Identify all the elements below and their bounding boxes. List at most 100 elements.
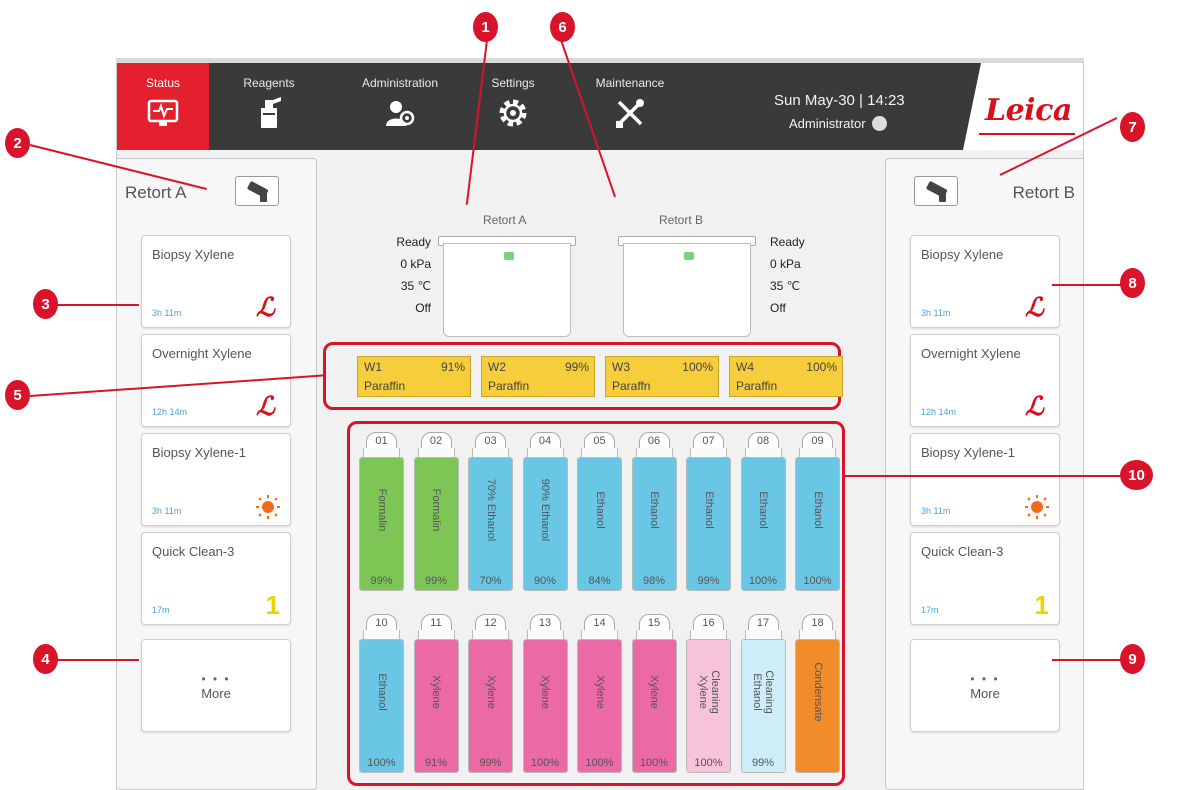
callout-6: 6 xyxy=(550,12,575,42)
retort-a-pressure: 0 kPa xyxy=(400,257,431,271)
retort-a-tank[interactable] xyxy=(443,243,571,337)
reagent-bottle-08[interactable]: 08 Ethanol 100% xyxy=(740,432,786,592)
protocol-card-a-1[interactable]: Biopsy Xylene 3h 11m ℒ xyxy=(141,235,291,328)
sun-icon xyxy=(1025,495,1049,519)
bottle-body: Xylene 91% xyxy=(413,639,459,773)
reagent-bottle-17[interactable]: 17 Cleaning Ethanol 99% xyxy=(740,614,786,774)
bottle-percent: 91% xyxy=(424,757,448,769)
protocol-card-a-3[interactable]: Biopsy Xylene-1 3h 11m xyxy=(141,433,291,526)
users-gear-icon xyxy=(386,101,415,126)
protocol-card-b-3[interactable]: Biopsy Xylene-1 3h 11m xyxy=(910,433,1060,526)
reagent-bottle-10[interactable]: 10 Ethanol 100% xyxy=(359,614,404,774)
bottle-reagent-name: 90% Ethanol xyxy=(539,478,551,542)
callout-7: 7 xyxy=(1120,112,1145,142)
reagent-bottle-18[interactable]: 18 Condensate xyxy=(795,614,840,774)
tab-maintenance[interactable]: Maintenance xyxy=(575,63,685,150)
reagent-bottle-05[interactable]: 05 Ethanol 84% xyxy=(577,432,622,592)
bath-percent: 100% xyxy=(682,360,713,374)
paraffin-bath-w2[interactable]: W2 99% Paraffin xyxy=(481,356,595,397)
tab-reagents[interactable]: Reagents xyxy=(223,63,315,150)
protocol-name: Biopsy Xylene xyxy=(152,247,235,262)
paraffin-bath-w1[interactable]: W1 91% Paraffin xyxy=(357,356,471,397)
retort-a-lock-button[interactable] xyxy=(235,176,279,206)
paraffin-bath-w3[interactable]: W3 100% Paraffn xyxy=(605,356,719,397)
retort-b-panel: Retort B Biopsy Xylene 3h 11m ℒ Overnigh… xyxy=(885,158,1083,790)
bath-percent: 100% xyxy=(806,360,837,374)
tab-administration[interactable]: Administration xyxy=(345,63,455,150)
bottle-reagent-name: Xylene xyxy=(484,675,497,709)
bath-reagent: Paraffn xyxy=(612,379,651,393)
more-protocols-button-b[interactable]: • • • More xyxy=(910,639,1060,732)
retort-b-tank[interactable] xyxy=(623,243,751,337)
reagent-bottle-15[interactable]: 15 Xylene 100% xyxy=(631,614,677,774)
protocol-name: Biopsy Xylene-1 xyxy=(921,445,1015,460)
bottle-reagent-name: Ethanol xyxy=(702,491,715,529)
protocol-card-b-1[interactable]: Biopsy Xylene 3h 11m ℒ xyxy=(910,235,1060,328)
bottle-percent: 90% xyxy=(533,575,557,587)
bottle-body: Xylene 100% xyxy=(522,639,568,773)
bottle-percent: 100% xyxy=(748,575,778,587)
bottle-body: Cleaning Ethanol 99% xyxy=(740,639,786,773)
bottle-reagent-name: Xylene xyxy=(430,675,442,709)
retort-a-panel: Retort A Biopsy Xylene 3h 11m ℒ Overnigh… xyxy=(117,158,317,790)
gear-icon xyxy=(499,99,527,127)
reagent-bottles-group: 01 Formalin 99% 02 Formalin 99% 03 70% Ethanol 7… xyxy=(347,421,845,786)
retort-a-panel-title: Retort A xyxy=(125,183,187,202)
status-monitor-icon xyxy=(147,99,179,126)
bottle-body: Xylene 100% xyxy=(631,639,677,773)
paraffin-bath-w4[interactable]: W4 100% Paraffin xyxy=(729,356,843,397)
current-user[interactable]: Administrator xyxy=(789,116,887,131)
reagent-bottle-12[interactable]: 12 Xylene 99% xyxy=(468,614,513,774)
protocol-name: Overnight Xylene xyxy=(921,346,1021,361)
bottle-reagent-name: Ethanol xyxy=(375,673,388,711)
callout-9: 9 xyxy=(1120,644,1145,674)
bottle-percent: 84% xyxy=(588,575,611,587)
reagent-bottle-07[interactable]: 07 Ethanol 99% xyxy=(686,432,731,592)
protocol-name: Quick Clean-3 xyxy=(921,544,1004,559)
reagent-bottle-16[interactable]: 16 Cleaning Xylene 100% xyxy=(686,614,731,774)
protocol-card-a-2[interactable]: Overnight Xylene 12h 14m ℒ xyxy=(141,334,291,427)
bottle-body: Formalin 99% xyxy=(359,457,404,591)
reagent-bottle-06[interactable]: 06 Ethanol 98% xyxy=(631,432,677,592)
reagent-bottle-09[interactable]: 09 Ethanol 100% xyxy=(795,432,840,592)
bottle-reagent-name: Formalin xyxy=(430,488,442,532)
retort-b-temperature: 35 ℃ xyxy=(770,279,801,293)
reagent-bottle-03[interactable]: 03 70% Ethanol 70% xyxy=(468,432,513,592)
callout-3: 3 xyxy=(33,289,58,319)
bath-id: W1 xyxy=(364,360,382,374)
protocol-name: Biopsy Xylene xyxy=(921,247,1004,262)
tab-status-label: Status xyxy=(145,76,181,90)
callout-2: 2 xyxy=(5,128,30,158)
protocol-duration: 3h 11m xyxy=(921,308,951,318)
reagent-bottle-01[interactable]: 01 Formalin 99% xyxy=(359,432,404,592)
retort-b-state: Ready xyxy=(770,235,805,249)
number-one-icon: 1 xyxy=(265,590,280,620)
date-time: Sun May-30 | 14:23 xyxy=(774,92,905,109)
reagent-bottle-icon xyxy=(261,97,281,128)
protocol-card-b-2[interactable]: Overnight Xylene 12h 14m ℒ xyxy=(910,334,1060,427)
reagent-bottle-11[interactable]: 11 Xylene 91% xyxy=(413,614,459,774)
bottle-reagent-name: Cleaning Ethanol xyxy=(751,670,775,714)
reagent-bottle-02[interactable]: 02 Formalin 99% xyxy=(413,432,459,592)
bottle-reagent-name: Condensate xyxy=(811,662,824,722)
retort-b-name: Retort B xyxy=(659,213,704,227)
bath-percent: 91% xyxy=(440,360,465,374)
bottle-body: Ethanol 100% xyxy=(359,639,404,773)
protocol-card-a-4[interactable]: Quick Clean-3 17m 1 xyxy=(141,532,291,625)
protocol-name: Quick Clean-3 xyxy=(152,544,235,559)
bottle-reagent-name: Cleaning Xylene xyxy=(696,670,721,714)
retort-b-lock-button[interactable] xyxy=(914,176,958,206)
more-protocols-button-a[interactable]: • • • More xyxy=(141,639,291,732)
bottle-percent: 100% xyxy=(639,757,669,769)
protocol-name: Biopsy Xylene-1 xyxy=(152,445,246,460)
callout-8: 8 xyxy=(1120,268,1145,298)
reagent-bottle-04[interactable]: 04 90% Ethanol 90% xyxy=(522,432,568,592)
reagent-bottle-14[interactable]: 14 Xylene 100% xyxy=(577,614,622,774)
protocol-card-b-4[interactable]: Quick Clean-3 17m 1 xyxy=(910,532,1060,625)
reagent-bottle-13[interactable]: 13 Xylene 100% xyxy=(522,614,568,774)
bottle-percent: 99% xyxy=(370,575,393,587)
bottle-body: Ethanol 99% xyxy=(686,457,731,591)
bottle-body: 70% Ethanol 70% xyxy=(468,457,513,591)
tab-status[interactable]: Status xyxy=(117,63,209,150)
leica-l-icon: ℒ xyxy=(256,293,275,323)
